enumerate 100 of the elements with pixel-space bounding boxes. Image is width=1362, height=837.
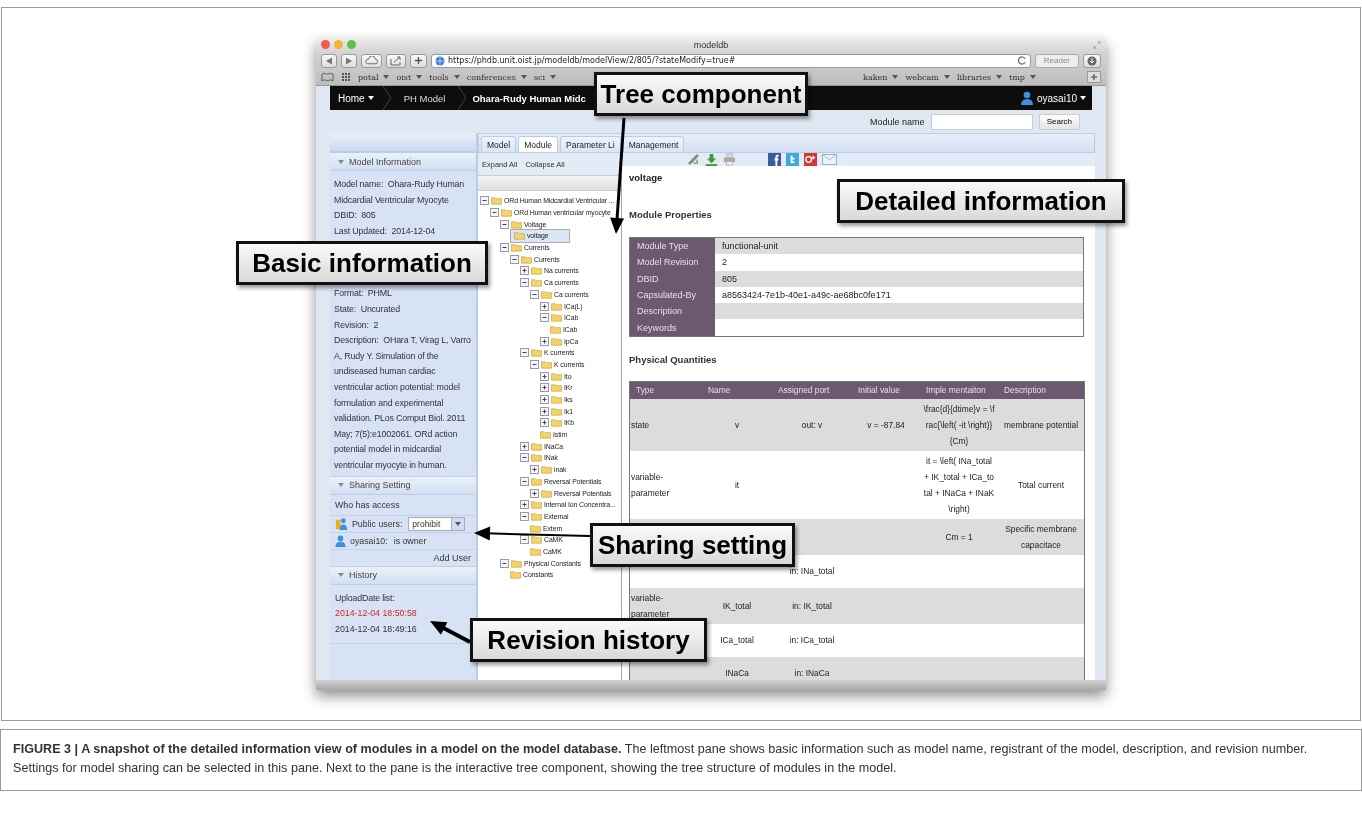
section-title: History	[349, 570, 377, 580]
column-header: Type	[629, 381, 702, 399]
expand-toggle[interactable]	[500, 243, 509, 253]
expand-toggle[interactable]	[520, 348, 529, 358]
expand-toggle[interactable]	[540, 418, 549, 428]
expand-toggle[interactable]	[520, 266, 529, 276]
add-user-button[interactable]: Add User	[433, 552, 471, 563]
user-menu[interactable]: oyasai10	[1032, 92, 1092, 104]
bookmark-menu[interactable]: sci	[533, 72, 557, 82]
callout-label: Basic information	[236, 241, 488, 285]
column-header: Imple mentaiton	[920, 381, 998, 399]
expand-toggle[interactable]	[530, 359, 539, 369]
expand-toggle[interactable]	[530, 465, 539, 475]
permission-dropdown[interactable]: prohibit	[408, 516, 466, 531]
back-icon	[325, 56, 333, 65]
expand-toggle[interactable]	[540, 406, 549, 416]
bookmark-menu[interactable]: potal	[358, 72, 390, 82]
info-field: Description: OHara T, Virag L, Varro A, Rudy Y. Simulation of the undiseased human cardiac ventricular action potential: model formulation and experimental validation. PLos Comput Biol. 2011 May; 7(5):e1002061. ORd action potential model in midcardial ventricular myocyte in human.	[334, 333, 474, 474]
expand-toggle[interactable]	[510, 254, 519, 264]
expand-toggle[interactable]	[540, 336, 549, 346]
home-menu[interactable]: Home	[334, 92, 380, 104]
search-button[interactable]: Search	[1038, 113, 1080, 130]
expand-toggle[interactable]	[530, 488, 539, 498]
column-header: Initial value	[852, 381, 920, 399]
expand-toggle[interactable]	[520, 278, 529, 288]
bookmark-menu[interactable]: oist	[396, 72, 423, 82]
expand-toggle[interactable]	[540, 301, 549, 311]
revision-link[interactable]: 2014-12-04 18:49:16	[335, 621, 417, 638]
table-cell: membrane potential	[1004, 419, 1078, 430]
toolbar-button[interactable]	[341, 53, 357, 68]
toolbar-button[interactable]	[321, 53, 337, 68]
expand-toggle[interactable]	[500, 558, 509, 568]
bookmark-menu[interactable]: tools	[429, 72, 460, 82]
toolbar-button[interactable]	[361, 53, 382, 68]
expand-toggle[interactable]	[540, 313, 549, 323]
expand-toggle[interactable]	[480, 196, 489, 206]
address-bar[interactable]: https://phdb.unit.oist.jp/modeldb/modelView/2/805/?stateModify=true#	[431, 53, 1031, 68]
expand-toggle[interactable]	[540, 383, 549, 393]
bookmark-menu[interactable]: libraries	[956, 72, 1002, 82]
revision-link[interactable]: 2014-12-04 18:50:58	[335, 606, 417, 622]
section-header[interactable]: History	[330, 565, 476, 585]
expand-toggle[interactable]	[490, 208, 499, 218]
folder-icon	[531, 511, 542, 521]
user-icon	[1020, 91, 1033, 105]
search-field[interactable]	[930, 113, 1033, 130]
expand-toggle[interactable]	[520, 535, 529, 545]
folder-icon	[521, 254, 532, 264]
bookmark-menu[interactable]: kaken	[863, 72, 899, 82]
expand-toggle[interactable]	[540, 371, 549, 381]
expand-toggle[interactable]	[520, 511, 529, 521]
table-cell: Cm = 1	[945, 531, 973, 542]
folder-icon	[550, 324, 561, 334]
tab[interactable]: Model	[481, 136, 517, 152]
public-users-label: Public users:	[352, 518, 403, 529]
expand-toggle[interactable]	[500, 219, 509, 229]
bookmark-menu[interactable]: webcam	[905, 72, 950, 82]
caret-icon	[453, 75, 460, 79]
breadcrumb-link[interactable]: PH Model	[393, 92, 456, 104]
expand-toggle[interactable]	[540, 395, 549, 405]
share-icon	[390, 55, 402, 66]
toolbar-button[interactable]	[1083, 53, 1101, 68]
social-icon[interactable]	[768, 153, 781, 166]
folder-icon	[551, 313, 562, 323]
grid-icon[interactable]	[341, 72, 351, 82]
close-icon[interactable]	[321, 40, 330, 49]
expand-toggle[interactable]	[520, 500, 529, 510]
social-icon[interactable]	[804, 153, 817, 166]
toolbar-button[interactable]	[410, 53, 427, 68]
bookmark-menu[interactable]: conferences	[466, 72, 527, 82]
caret-icon	[416, 75, 423, 79]
book-icon[interactable]	[321, 72, 334, 82]
column-header: Name	[702, 381, 772, 399]
folder-icon	[541, 289, 552, 299]
section-heading: Physical Quantities	[629, 353, 718, 365]
expand-toggle[interactable]	[520, 441, 529, 451]
tab[interactable]: Management	[622, 136, 685, 152]
cloud-icon	[365, 56, 378, 65]
expand-toggle[interactable]	[530, 289, 539, 299]
section-header[interactable]: Sharing Setting	[330, 475, 476, 495]
caret-icon	[520, 75, 527, 79]
bookmark-menu[interactable]: tmp	[1009, 72, 1036, 82]
tab[interactable]: Parameter Li	[560, 136, 621, 152]
link-icon[interactable]	[687, 153, 700, 166]
section-header[interactable]: Model Information	[330, 152, 476, 171]
reload-icon[interactable]	[1017, 56, 1027, 65]
expand-toggle[interactable]	[520, 453, 529, 463]
folder-icon	[510, 570, 521, 580]
history-label: UploadDate list:	[335, 591, 395, 605]
new-tab-icon[interactable]	[1087, 71, 1101, 83]
breadcrumb-link[interactable]: Ohara-Rudy Human Midc	[469, 92, 589, 104]
url-text: https://phdb.unit.oist.jp/modeldb/modelView/2/805/?stateModify=true#	[448, 56, 736, 65]
download-icon[interactable]	[705, 153, 718, 166]
info-field: Format: PHML	[334, 286, 474, 302]
figure-caption: FIGURE 3 | A snapshot of the detailed information view of modules in a model on the model database. The leftmost pane shows basic information such as model name, registrant of the model, description, and revision number. Settings for model sharing can be selected in this pane. Next to the pane is the interactive tree component, showing the tree structure of modules in the model.	[0, 729, 1362, 791]
table-cell: it	[734, 479, 740, 490]
folder-icon	[530, 523, 541, 533]
expand-toggle[interactable]	[520, 476, 529, 486]
tab[interactable]: Module	[518, 136, 559, 152]
user-name: oyasai10:	[350, 535, 388, 546]
folder-icon	[531, 266, 542, 276]
